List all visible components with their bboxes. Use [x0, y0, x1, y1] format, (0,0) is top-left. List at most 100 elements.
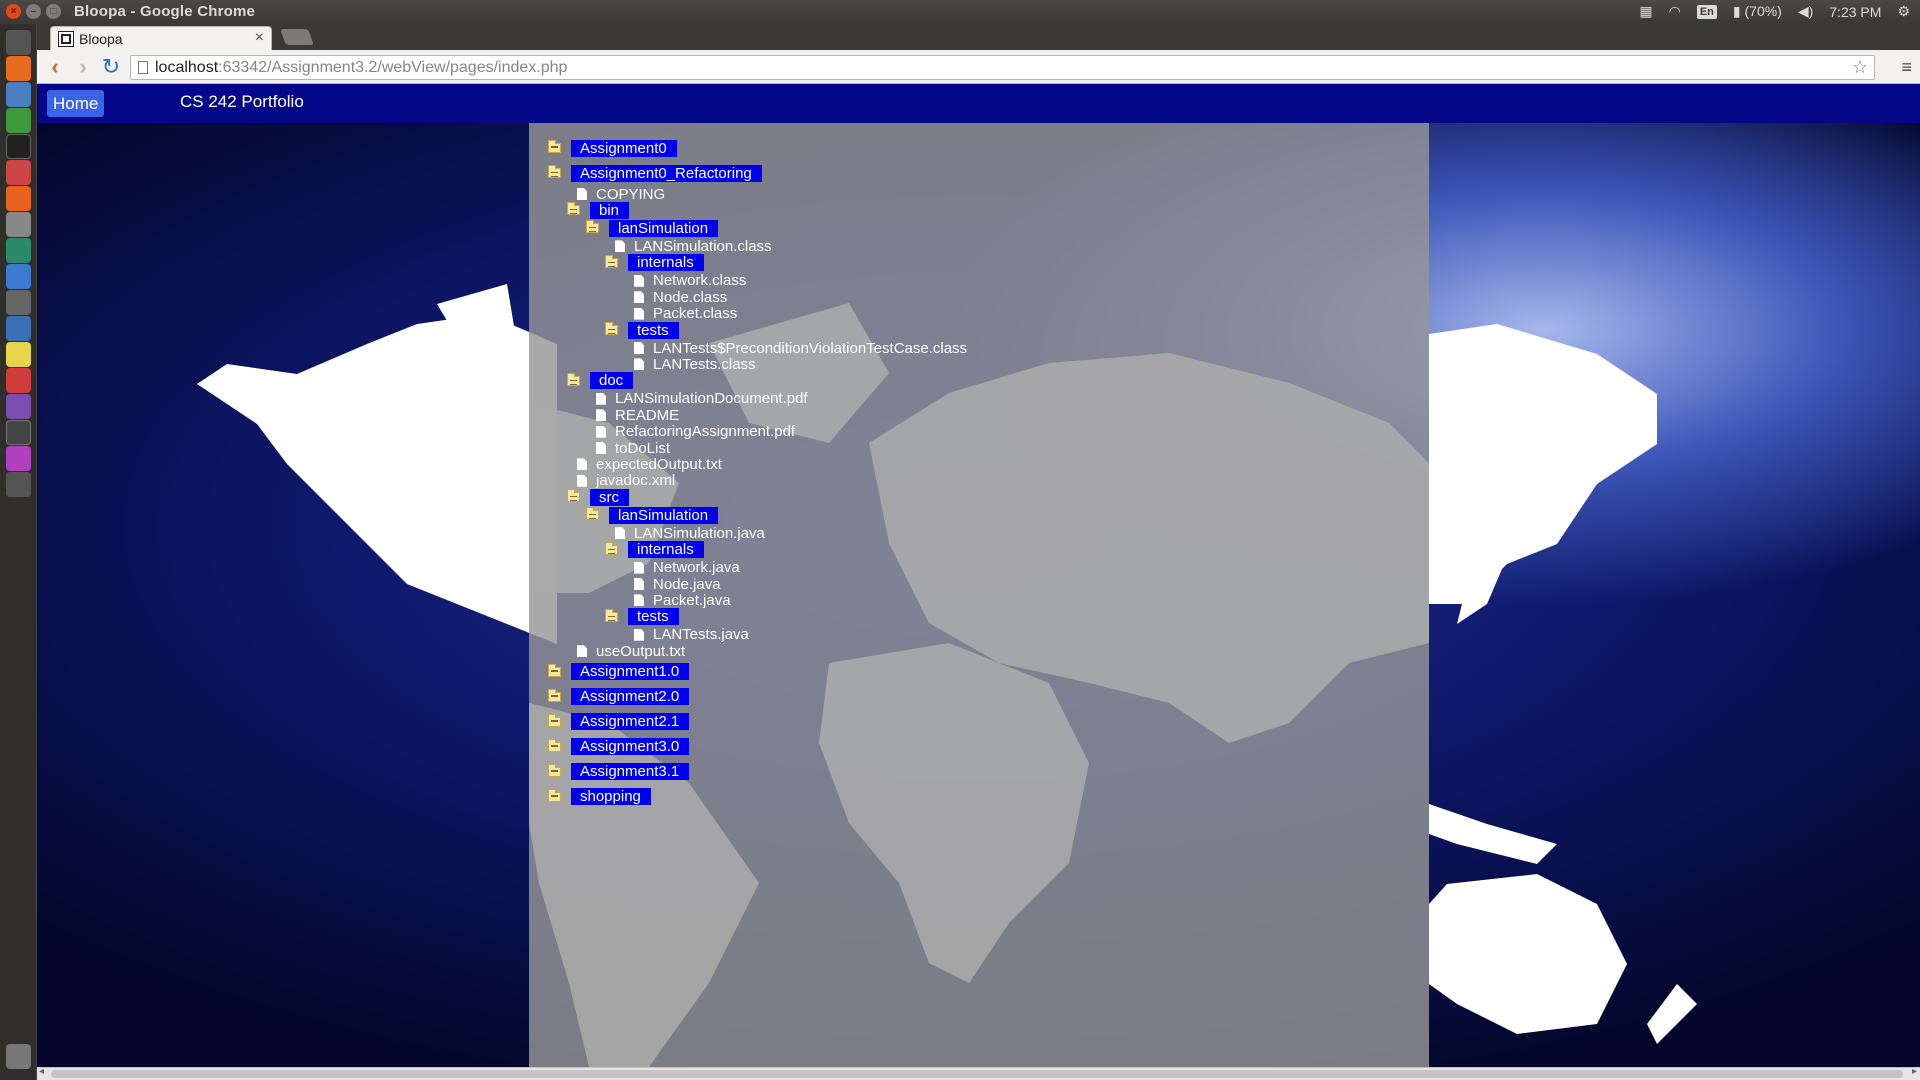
software-center-icon[interactable]: [6, 186, 31, 211]
tree-file[interactable]: Packet.class: [634, 305, 737, 323]
tree-folder[interactable]: lanSimulation: [586, 506, 719, 524]
tree-folder[interactable]: Assignment3.1: [548, 763, 690, 781]
tree-file[interactable]: javadoc.xml: [577, 472, 675, 490]
file-label[interactable]: LANSimulation.class: [634, 238, 772, 255]
tab-bloopa[interactable]: Bloopa ×: [50, 26, 272, 50]
tree-file[interactable]: LANTests.java: [634, 626, 749, 644]
tree-file[interactable]: toDoList: [596, 439, 670, 457]
network-icon[interactable]: [6, 238, 31, 263]
file-label[interactable]: Packet.java: [653, 592, 731, 609]
window-close-icon[interactable]: ×: [6, 4, 21, 19]
file-label[interactable]: expectedOutput.txt: [596, 456, 722, 473]
file-label[interactable]: README: [615, 407, 679, 424]
tree-file[interactable]: Packet.java: [634, 591, 731, 609]
tree-file[interactable]: expectedOutput.txt: [577, 455, 722, 473]
file-label[interactable]: Node.class: [653, 289, 727, 306]
trash-icon[interactable]: [6, 1044, 31, 1069]
tree-file[interactable]: LANTests.class: [634, 355, 756, 373]
folder-label[interactable]: Assignment1.0: [571, 663, 690, 681]
folder-label[interactable]: internals: [628, 541, 704, 559]
tree-file[interactable]: LANSimulation.class: [615, 237, 772, 255]
volume-icon[interactable]: ◀): [1798, 3, 1813, 20]
tree-folder[interactable]: tests: [605, 321, 679, 339]
bookmark-star-icon[interactable]: ☆: [1852, 56, 1868, 79]
writer-icon[interactable]: [6, 264, 31, 289]
folder-label[interactable]: lanSimulation: [609, 219, 719, 237]
address-bar[interactable]: localhost:63342/Assignment3.2/webView/pa…: [130, 55, 1875, 80]
battery-indicator[interactable]: ▮ (70%): [1733, 3, 1782, 20]
portfolio-link[interactable]: CS 242 Portfolio: [180, 92, 304, 112]
chrome-icon[interactable]: [6, 108, 31, 133]
file-label[interactable]: LANSimulation.java: [634, 525, 765, 542]
tree-file[interactable]: COPYING: [577, 185, 665, 203]
tree-folder[interactable]: Assignment1.0: [548, 663, 690, 681]
folder-label[interactable]: Assignment3.0: [571, 738, 690, 756]
tree-file[interactable]: Network.java: [634, 559, 740, 577]
settings-gear-icon[interactable]: ⚙: [1897, 3, 1910, 20]
reload-icon[interactable]: ↻: [99, 55, 123, 79]
tree-folder[interactable]: lanSimulation: [586, 219, 719, 237]
file-label[interactable]: RefactoringAssignment.pdf: [615, 423, 795, 440]
tree-file[interactable]: LANSimulation.java: [615, 524, 765, 542]
scroll-left-arrow-icon[interactable]: ◂: [39, 1066, 44, 1077]
tree-folder[interactable]: doc: [567, 372, 634, 390]
workspace-switcher-icon[interactable]: ▦: [1639, 3, 1652, 20]
tree-folder[interactable]: Assignment0_Refactoring: [548, 164, 762, 182]
folder-label[interactable]: Assignment0: [571, 139, 677, 157]
folder-label[interactable]: doc: [590, 372, 634, 390]
back-arrow-icon[interactable]: ‹: [43, 55, 67, 79]
folder-label[interactable]: Assignment2.0: [571, 688, 690, 706]
tree-file[interactable]: useOutput.txt: [577, 642, 685, 660]
file-label[interactable]: Packet.class: [653, 305, 737, 322]
tree-file[interactable]: RefactoringAssignment.pdf: [596, 423, 795, 441]
file-label[interactable]: useOutput.txt: [596, 643, 685, 660]
chrome-menu-icon[interactable]: ≡: [1901, 57, 1912, 78]
folder-label[interactable]: tests: [628, 321, 679, 339]
app-icon[interactable]: [6, 290, 31, 315]
workspaces-icon[interactable]: [6, 472, 31, 497]
file-label[interactable]: toDoList: [615, 440, 670, 457]
remote-desktop-icon[interactable]: [6, 394, 31, 419]
window-minimize-icon[interactable]: –: [26, 4, 41, 19]
file-label[interactable]: Network.java: [653, 559, 740, 576]
file-label[interactable]: Network.class: [653, 272, 746, 289]
folder-label[interactable]: Assignment0_Refactoring: [571, 164, 762, 182]
folder-label[interactable]: internals: [628, 254, 704, 272]
tab-close-icon[interactable]: ×: [255, 29, 264, 47]
files-icon[interactable]: [6, 82, 31, 107]
keyboard-layout-indicator[interactable]: En: [1696, 4, 1717, 19]
tree-folder[interactable]: bin: [567, 201, 630, 219]
file-label[interactable]: LANSimulationDocument.pdf: [615, 390, 808, 407]
file-label[interactable]: LANTests$PreconditionViolationTestCase.c…: [653, 340, 967, 357]
rubymine-icon[interactable]: [6, 368, 31, 393]
wifi-icon[interactable]: ◠: [1669, 3, 1681, 20]
folder-label[interactable]: shopping: [571, 788, 651, 806]
page-info-icon[interactable]: [138, 61, 148, 74]
tree-file[interactable]: Node.java: [634, 575, 721, 593]
folder-label[interactable]: Assignment3.1: [571, 763, 690, 781]
dash-home-icon[interactable]: [6, 30, 31, 55]
text-editor-icon[interactable]: [6, 316, 31, 341]
file-label[interactable]: COPYING: [596, 186, 665, 203]
folder-label[interactable]: Assignment2.1: [571, 713, 690, 731]
terminal-icon[interactable]: [6, 134, 31, 159]
folder-label[interactable]: bin: [590, 201, 630, 219]
tree-folder[interactable]: internals: [605, 541, 704, 559]
file-label[interactable]: Node.java: [653, 576, 721, 593]
folder-label[interactable]: tests: [628, 608, 679, 626]
file-label[interactable]: LANTests.java: [653, 626, 749, 643]
tree-folder[interactable]: internals: [605, 254, 704, 272]
tree-file[interactable]: LANSimulationDocument.pdf: [596, 390, 808, 408]
scrollbar-thumb[interactable]: [51, 1070, 1903, 1078]
tree-file[interactable]: Node.class: [634, 288, 727, 306]
forward-arrow-icon[interactable]: ›: [71, 55, 95, 79]
tree-folder[interactable]: tests: [605, 608, 679, 626]
file-label[interactable]: LANTests.class: [653, 356, 756, 373]
scroll-right-arrow-icon[interactable]: ▸: [1912, 1066, 1917, 1077]
new-tab-button[interactable]: [280, 29, 314, 45]
tree-folder[interactable]: Assignment2.0: [548, 688, 690, 706]
tree-folder[interactable]: Assignment0: [548, 139, 677, 157]
tree-folder[interactable]: shopping: [548, 788, 651, 806]
window-maximize-icon[interactable]: □: [46, 4, 61, 19]
firefox-icon[interactable]: [6, 56, 31, 81]
